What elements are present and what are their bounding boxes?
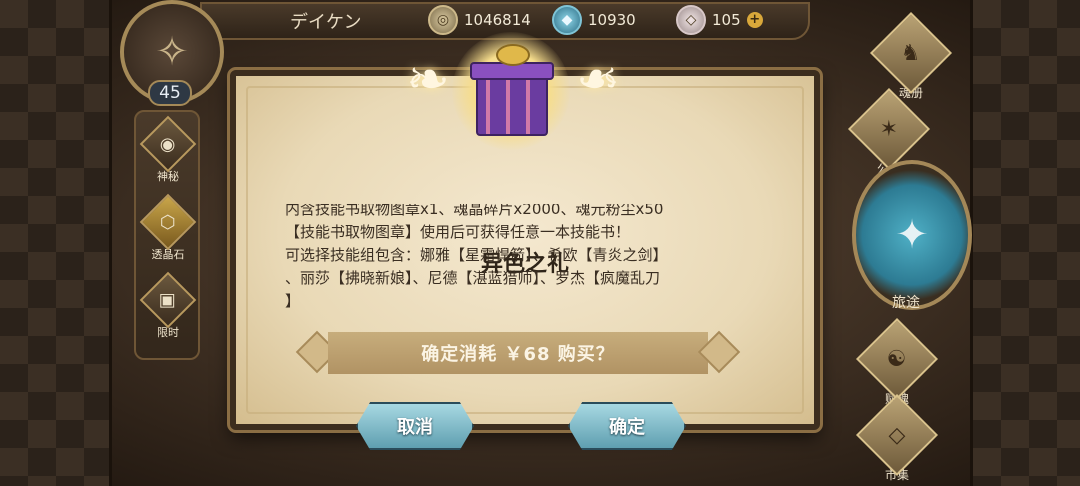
gold-amount: 1046814 — [464, 11, 531, 29]
desc-line: 可选择技能组包含：娜雅【星霜悍箭】、希欧【青炎之剑】 — [285, 246, 668, 264]
desc-line: 、丽莎【拂晓新娘】、尼德【湛蓝猎师】、罗杰【疯魔乱刀 — [285, 269, 661, 287]
gift-icon: ▣ — [139, 271, 197, 329]
soul-icon: ☯ — [855, 317, 939, 401]
right-nav-market[interactable]: ◇ 市集 — [852, 393, 942, 483]
left-nav-mystery[interactable]: ◉ 神秘 — [138, 115, 198, 184]
soul-book-icon: ♞ — [869, 11, 953, 95]
gift-box-icon — [476, 74, 548, 136]
add-gem-button[interactable]: + — [746, 12, 763, 28]
gift-box-illustration: ❧ ❧ — [388, 30, 638, 170]
gem-amount: 105 — [712, 11, 741, 29]
guild-icon: ✶ — [847, 87, 931, 171]
confirm-cost-banner: 确定消耗 ￥68 购买？ — [295, 330, 741, 374]
right-wing-icon: ❧ — [576, 50, 620, 110]
gem-icon: ◇ — [676, 5, 706, 35]
player-name: デイケン — [290, 12, 362, 33]
gift-bow-icon — [496, 44, 530, 66]
right-border-pattern — [970, 0, 1080, 486]
desc-line: 【技能书取物图章】使用后可获得任意一本技能书！ — [285, 223, 631, 241]
desc-line: 】 — [285, 292, 301, 310]
player-level-badge: 45 — [148, 80, 192, 106]
left-nav-limited[interactable]: ▣ 限时 — [138, 271, 198, 340]
confirm-cost-text: 确定消耗 ￥68 购买？ — [328, 332, 708, 374]
desc-line: 内含技能书取物图章x1、魂晶碎片x2000、魂元粉尘x50 — [285, 204, 664, 218]
cancel-button[interactable]: 取消 — [356, 402, 474, 450]
left-wing-icon: ❧ — [406, 50, 450, 110]
crystal-amount: 10930 — [588, 11, 636, 29]
right-nav-soul-book[interactable]: ♞ 魂册 — [866, 11, 956, 101]
crystal-stone-icon: ⬡ — [139, 193, 197, 251]
market-icon: ◇ — [855, 393, 939, 477]
confirm-button[interactable]: 确定 — [568, 402, 686, 450]
left-border-pattern — [0, 0, 112, 486]
left-nav-crystal[interactable]: ⬡ 透晶石 — [138, 193, 198, 262]
gem-resource: ◇ 105 + — [676, 4, 763, 36]
swirl-icon: ◉ — [139, 115, 197, 173]
journey-icon[interactable]: ✦ — [852, 160, 972, 310]
item-description[interactable]: 内含技能书取物图章x1、魂晶碎片x2000、魂元粉尘x50 【技能书取物图章】使… — [285, 204, 755, 322]
journey-label: 旅途 — [892, 295, 920, 311]
